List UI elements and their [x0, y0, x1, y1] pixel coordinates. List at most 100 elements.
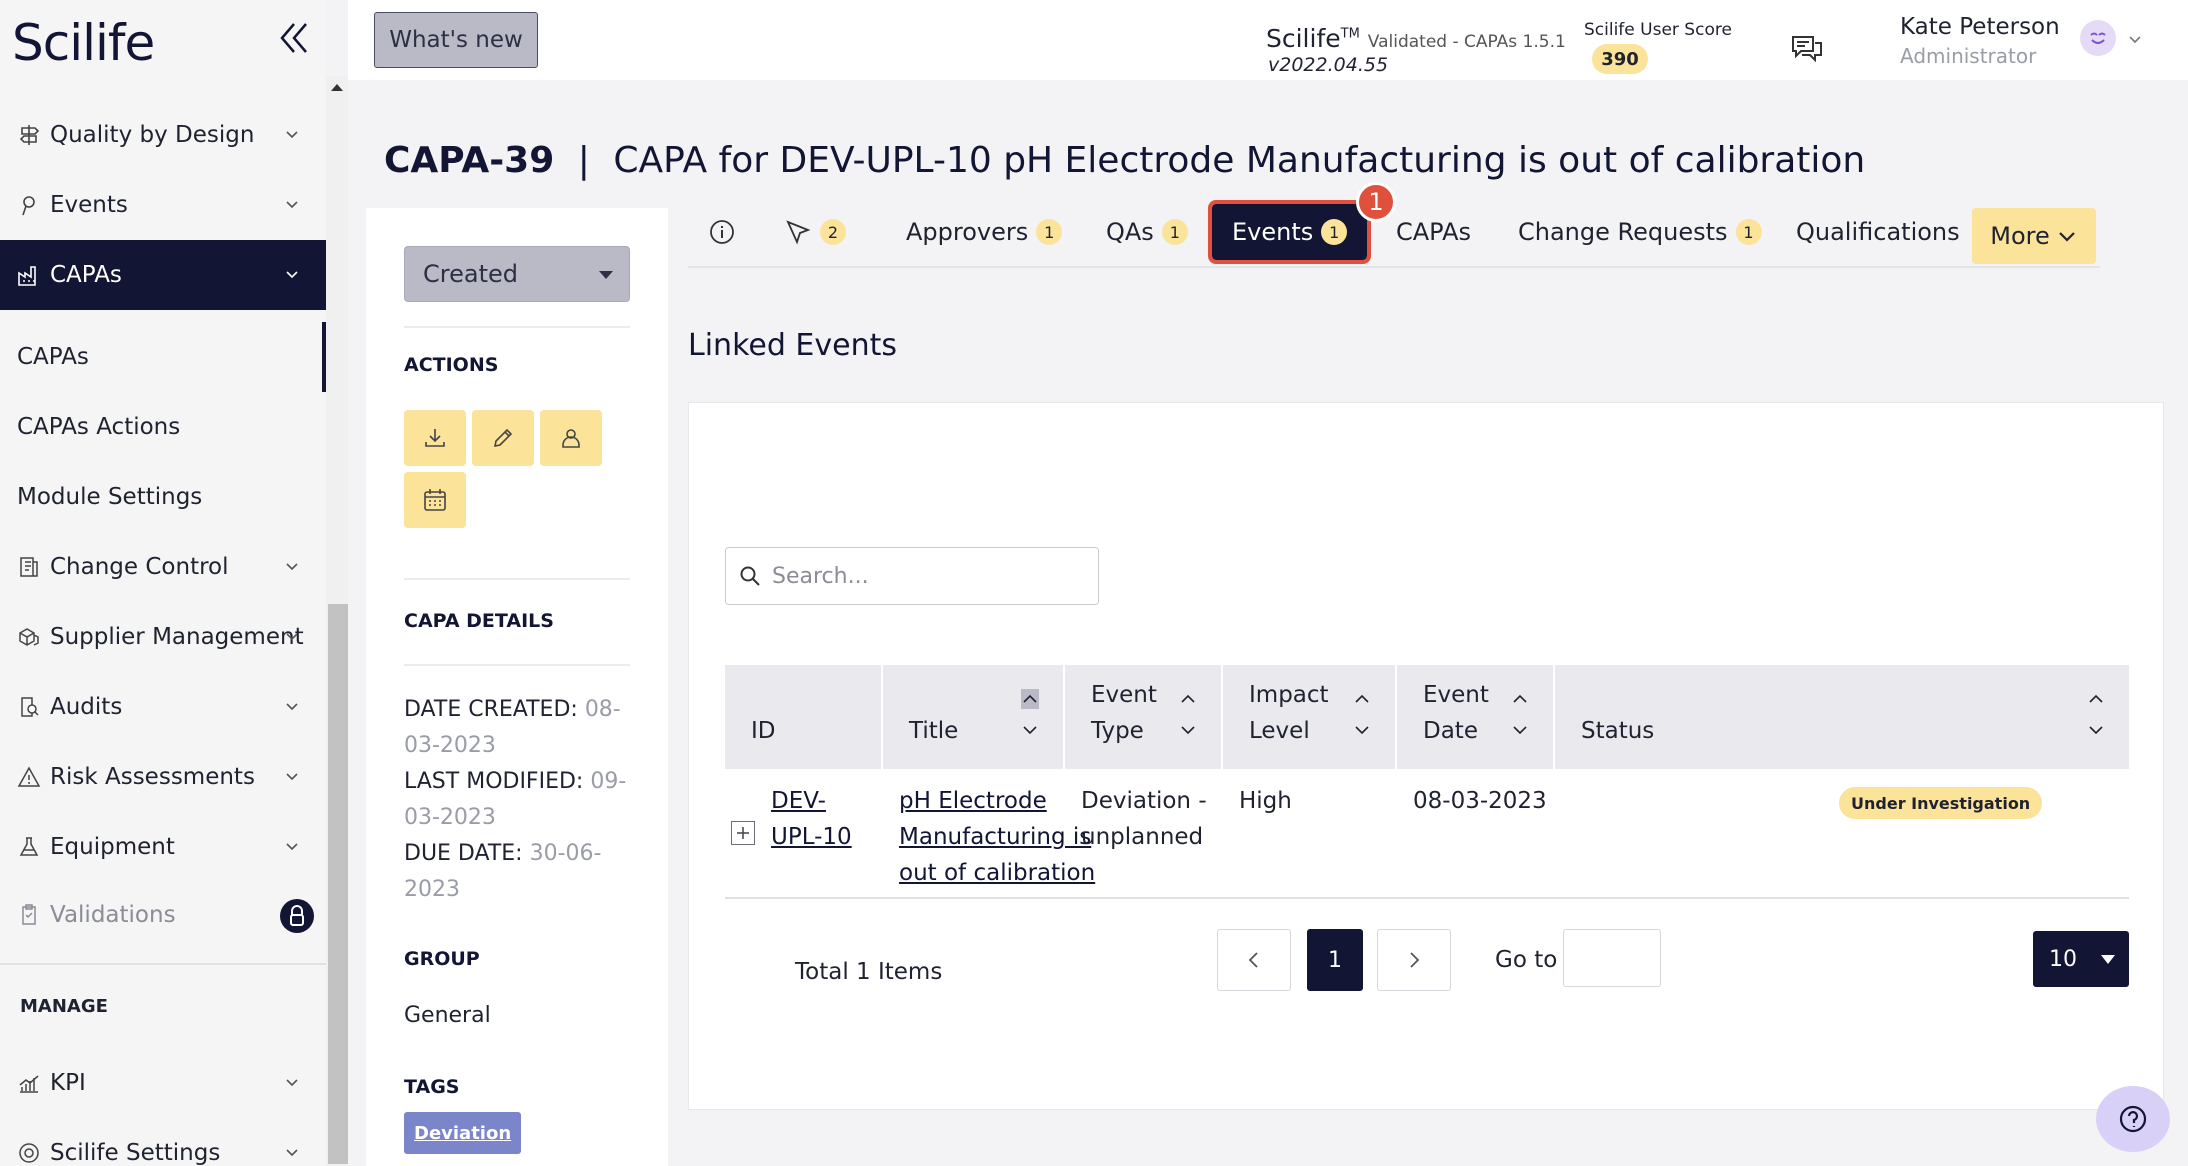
tab-more-dropdown[interactable]: More [1972, 208, 2096, 264]
column-header-status[interactable]: Status [1555, 665, 2129, 769]
sidebar-item-change-control[interactable]: Change Control [0, 532, 326, 602]
sidebar-item-label: Validations [50, 902, 176, 928]
tab-events[interactable]: Events 1 [1207, 200, 1372, 264]
column-header-id[interactable]: ID [725, 665, 883, 769]
goto-page-input[interactable] [1563, 929, 1661, 987]
search-box[interactable] [725, 547, 1099, 605]
workflow-count: 2 [820, 219, 846, 245]
sidebar-item-risk-assessments[interactable]: Risk Assessments [0, 742, 326, 812]
sort-icon[interactable] [1353, 689, 1371, 745]
event-id-link[interactable]: DEV- UPL-10 [771, 783, 852, 855]
scrollbar-thumb[interactable] [328, 604, 348, 1164]
whats-new-button[interactable]: What's new [374, 12, 538, 68]
chevron-down-icon [286, 843, 298, 851]
events-count: 1 [1321, 219, 1348, 245]
user-name[interactable]: Kate Peterson [1900, 14, 2060, 40]
tag-chip[interactable]: Deviation [404, 1112, 522, 1154]
trademark: TM [1340, 26, 1360, 42]
sidebar-item-audits[interactable]: Audits [0, 672, 326, 742]
edit-button[interactable] [472, 410, 534, 466]
column-header-event-date[interactable]: Event Date [1397, 665, 1555, 769]
sidebar-subitem-module-settings[interactable]: Module Settings [0, 462, 326, 532]
column-header-title[interactable]: Title [883, 665, 1065, 769]
collapse-sidebar-icon[interactable] [276, 18, 312, 58]
column-header-impact-level[interactable]: Impact Level [1223, 665, 1397, 769]
sidebar-item-equipment[interactable]: Equipment [0, 812, 326, 882]
scroll-up-arrow-icon[interactable] [331, 84, 343, 91]
product-version: ScilifeTM Validated - CAPAs 1.5.1 [1266, 24, 1566, 53]
section-title: Linked Events [688, 328, 897, 363]
location-pin-icon [14, 190, 44, 220]
sort-icon[interactable] [1511, 689, 1529, 745]
expand-row-icon[interactable] [731, 821, 755, 845]
sidebar-item-scilife-settings[interactable]: Scilife Settings [0, 1118, 326, 1166]
page-button-1[interactable]: 1 [1307, 929, 1363, 991]
status-value: Created [423, 260, 518, 288]
user-score-badge: 390 [1592, 44, 1648, 74]
prev-page-button[interactable] [1217, 929, 1291, 991]
tab-change-requests[interactable]: Change Requests 1 [1518, 204, 1762, 260]
sidebar-item-validations[interactable]: Validations [0, 880, 326, 950]
last-modified: LAST MODIFIED: 09-03-2023 [404, 764, 630, 836]
column-label: Impact Level [1249, 682, 1329, 744]
due-date: DUE DATE: 30-06-2023 [404, 836, 630, 908]
chevron-down-icon[interactable] [2128, 32, 2142, 46]
next-page-button[interactable] [1377, 929, 1451, 991]
chevron-left-icon [1248, 952, 1258, 968]
sidebar-item-events[interactable]: Events [0, 170, 326, 240]
column-label: Event Type [1091, 682, 1157, 744]
chevron-down-icon [286, 271, 298, 279]
tab-qas[interactable]: QAs 1 [1106, 204, 1188, 260]
schedule-button[interactable] [404, 472, 466, 528]
sidebar-scrollbar[interactable] [326, 76, 348, 1166]
chevron-down-icon [286, 131, 298, 139]
feedback-chat-icon[interactable] [1790, 34, 1824, 66]
sidebar-subitem-capas[interactable]: CAPAs [0, 322, 326, 392]
event-type-cell: Deviation - unplanned [1081, 788, 1207, 850]
column-header-event-type[interactable]: Event Type [1065, 665, 1223, 769]
tab-capas[interactable]: CAPAs [1396, 204, 1471, 260]
approvers-count: 1 [1036, 219, 1063, 245]
assign-user-button[interactable] [540, 410, 602, 466]
status-dropdown[interactable]: Created [404, 246, 630, 302]
chevron-down-icon [2058, 232, 2075, 242]
sidebar-item-kpi[interactable]: KPI [0, 1048, 326, 1118]
sidebar-item-quality-by-design[interactable]: Quality by Design [0, 100, 326, 170]
tab-label: Qualifications [1796, 218, 1960, 246]
download-button[interactable] [404, 410, 466, 466]
search-icon [740, 566, 760, 586]
record-id: CAPA-39 [384, 140, 555, 181]
sidebar-item-label: Scilife Settings [50, 1140, 221, 1166]
avatar[interactable] [2080, 20, 2116, 56]
date-created-label: DATE CREATED: [404, 697, 578, 722]
column-label: Title [909, 718, 959, 744]
tab-info[interactable] [708, 204, 736, 260]
user-icon [562, 429, 580, 448]
sidebar-item-supplier-management[interactable]: Supplier Management [0, 602, 326, 672]
search-input[interactable] [772, 563, 1092, 589]
group-value: General [404, 1003, 491, 1028]
sidebar-item-capas[interactable]: CAPAs [0, 240, 326, 310]
column-label: Status [1581, 718, 1655, 744]
sidebar-subitem-capas-actions[interactable]: CAPAs Actions [0, 392, 326, 462]
cursor-icon [786, 220, 811, 245]
app-logo[interactable]: Scilife [12, 14, 155, 72]
chevron-down-icon [286, 1079, 298, 1087]
divider [404, 664, 630, 666]
sidebar: Scilife Quality by Design Events CAPAs C… [0, 0, 326, 1166]
tab-qualifications[interactable]: Qualifications [1796, 204, 1960, 260]
goto-label: Go to [1495, 947, 1558, 973]
tab-workflow[interactable]: 2 [784, 204, 846, 260]
sort-icon[interactable] [1179, 689, 1197, 745]
signpost-icon [14, 120, 44, 150]
date-created: DATE CREATED: 08-03-2023 [404, 692, 630, 764]
help-button[interactable] [2096, 1086, 2170, 1152]
tab-approvers[interactable]: Approvers 1 [906, 204, 1063, 260]
tab-label: QAs [1106, 218, 1154, 246]
event-title-link[interactable]: pH Electrode Manufacturing is out of calib… [899, 783, 1095, 891]
sort-icon[interactable] [1021, 689, 1039, 745]
download-icon [425, 429, 445, 447]
page-size-select[interactable]: 10 [2033, 931, 2129, 987]
qas-count: 1 [1161, 219, 1188, 245]
sort-icon[interactable] [2087, 689, 2105, 745]
